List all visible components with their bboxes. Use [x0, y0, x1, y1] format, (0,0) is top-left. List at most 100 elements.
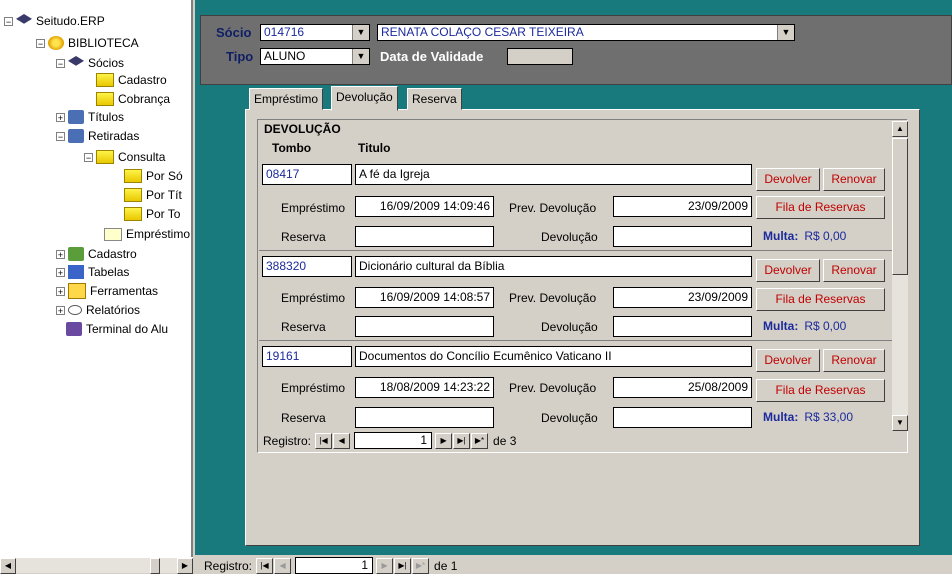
devolucao-field[interactable]: [613, 316, 752, 337]
last-record-icon[interactable]: ▶|: [394, 557, 412, 574]
socio-name-combo[interactable]: RENATA COLAÇO CESAR TEIXEIRA ▼: [377, 24, 795, 41]
scroll-thumb[interactable]: [892, 138, 908, 275]
tree-item-label: Por To: [146, 207, 181, 221]
last-record-icon[interactable]: ▶|: [453, 432, 471, 449]
emprestimo-date-field[interactable]: 18/08/2009 14:23:22: [355, 377, 494, 398]
multa-display: Multa: R$ 33,00: [763, 410, 853, 424]
expand-icon[interactable]: +: [56, 267, 65, 277]
scroll-thumb[interactable]: [150, 558, 160, 574]
renovar-button[interactable]: Renovar: [823, 349, 885, 372]
collapse-icon[interactable]: −: [56, 58, 65, 68]
expand-icon[interactable]: +: [56, 249, 65, 259]
collapse-icon[interactable]: −: [4, 16, 13, 26]
collapse-icon[interactable]: −: [84, 152, 93, 162]
first-record-icon[interactable]: |◀: [256, 557, 274, 574]
tree-item-consulta[interactable]: − Consulta: [84, 148, 165, 166]
tipo-combo[interactable]: ALUNO ▼: [260, 48, 370, 65]
reserva-label: Reserva: [281, 320, 326, 334]
tree-item-relatorios[interactable]: + Relatórios: [56, 301, 140, 319]
reserva-label: Reserva: [281, 230, 326, 244]
expand-icon[interactable]: +: [56, 305, 65, 315]
previous-record-icon[interactable]: ◀: [333, 432, 351, 449]
tree-item-retiradas[interactable]: − Retiradas: [56, 127, 139, 145]
prev-devolucao-field[interactable]: 25/08/2009: [613, 377, 752, 398]
devolver-button[interactable]: Devolver: [756, 259, 820, 282]
tree-item-ferramentas[interactable]: + Ferramentas: [56, 282, 158, 300]
emprestimo-date-field[interactable]: 16/09/2009 14:08:57: [355, 287, 494, 308]
new-record-icon[interactable]: ▶*: [412, 557, 430, 574]
devolucao-label: Devolução: [541, 411, 598, 425]
tree-item-biblioteca[interactable]: − BIBLIOTECA: [36, 34, 139, 52]
tree-item-label: Cadastro: [118, 73, 167, 87]
prev-devolucao-field[interactable]: 23/09/2009: [613, 196, 752, 217]
tree-item-socios[interactable]: − Sócios: [56, 54, 124, 72]
chevron-down-icon[interactable]: ▼: [777, 25, 794, 40]
scroll-left-icon[interactable]: ◀: [0, 558, 16, 574]
multa-label: Multa:: [763, 319, 799, 333]
tree-item-tabelas[interactable]: + Tabelas: [56, 263, 129, 281]
record-position-field[interactable]: 1: [354, 432, 433, 449]
tree-item-por-tombo[interactable]: Por To: [124, 205, 180, 223]
reserva-field[interactable]: [355, 316, 494, 337]
titulo-field[interactable]: A fé da Igreja: [355, 164, 752, 185]
expand-icon[interactable]: +: [56, 112, 65, 122]
devolver-button[interactable]: Devolver: [756, 168, 820, 191]
previous-record-icon[interactable]: ◀: [274, 557, 292, 574]
tree-item-cadastro-socios[interactable]: Cadastro: [96, 71, 167, 89]
socio-code-combo[interactable]: 014716 ▼: [260, 24, 370, 41]
tree-horizontal-scrollbar[interactable]: ◀ ▶: [0, 557, 193, 574]
collapse-icon[interactable]: −: [36, 38, 45, 48]
form-record-navigator: Registro: |◀ ◀ 1 ▶ ▶| ▶* de 1: [204, 557, 457, 574]
tombo-field[interactable]: 08417: [262, 164, 352, 185]
tree-item-por-titulo[interactable]: Por Tít: [124, 186, 182, 204]
collapse-icon[interactable]: −: [56, 131, 65, 141]
prev-devolucao-field[interactable]: 23/09/2009: [613, 287, 752, 308]
tab-emprestimo[interactable]: Empréstimo: [249, 88, 324, 110]
tombo-field[interactable]: 19161: [262, 346, 352, 367]
next-record-icon[interactable]: ▶: [376, 557, 394, 574]
record-position-field[interactable]: 1: [295, 557, 374, 574]
tab-devolucao[interactable]: Devolução: [331, 86, 398, 111]
prev-devolucao-label: Prev. Devolução: [509, 381, 597, 395]
expand-icon[interactable]: +: [56, 286, 65, 296]
tree-item-emprestimo[interactable]: Empréstimo: [104, 225, 190, 243]
tree-item-por-socio[interactable]: Por Só: [124, 167, 183, 185]
scroll-down-icon[interactable]: ▼: [892, 415, 908, 431]
fila-reservas-button[interactable]: Fila de Reservas: [756, 288, 885, 311]
tombo-field[interactable]: 388320: [262, 256, 352, 277]
renovar-button[interactable]: Renovar: [823, 259, 885, 282]
tab-reserva[interactable]: Reserva: [407, 88, 462, 110]
scroll-up-icon[interactable]: ▲: [892, 121, 908, 137]
folder-icon: [96, 73, 114, 87]
tree-item-label: Relatórios: [86, 303, 141, 317]
tree-item-cadastro[interactable]: + Cadastro: [56, 245, 137, 263]
multa-value: R$ 0,00: [804, 319, 847, 333]
chevron-down-icon[interactable]: ▼: [352, 49, 369, 64]
first-record-icon[interactable]: |◀: [315, 432, 333, 449]
tree-item-cobranca[interactable]: Cobrança: [96, 90, 170, 108]
multa-label: Multa:: [763, 410, 799, 424]
titulo-field[interactable]: Documentos do Concílio Ecumênico Vatican…: [355, 346, 752, 367]
scroll-right-icon[interactable]: ▶: [177, 558, 193, 574]
reserva-field[interactable]: [355, 407, 494, 428]
tree-item-titulos[interactable]: + Títulos: [56, 108, 124, 126]
renovar-button[interactable]: Renovar: [823, 168, 885, 191]
devolver-button[interactable]: Devolver: [756, 349, 820, 372]
titulo-field[interactable]: Dicionário cultural da Bíblia: [355, 256, 752, 277]
books-icon: [68, 110, 84, 124]
chevron-down-icon[interactable]: ▼: [352, 25, 369, 40]
subform-vertical-scrollbar[interactable]: ▲ ▼: [892, 121, 908, 431]
fila-reservas-button[interactable]: Fila de Reservas: [756, 196, 885, 219]
fila-reservas-button[interactable]: Fila de Reservas: [756, 379, 885, 402]
tree-item-terminal[interactable]: Terminal do Alu: [66, 320, 168, 338]
reserva-field[interactable]: [355, 226, 494, 247]
tree-root[interactable]: − Seitudo.ERP: [4, 12, 105, 30]
devolucao-field[interactable]: [613, 226, 752, 247]
next-record-icon[interactable]: ▶: [435, 432, 453, 449]
validade-field[interactable]: [507, 48, 573, 65]
tree-item-label: Terminal do Alu: [86, 322, 169, 336]
devolucao-field[interactable]: [613, 407, 752, 428]
new-record-icon[interactable]: ▶*: [471, 432, 489, 449]
socio-name-value: RENATA COLAÇO CESAR TEIXEIRA: [381, 25, 584, 39]
emprestimo-date-field[interactable]: 16/09/2009 14:09:46: [355, 196, 494, 217]
